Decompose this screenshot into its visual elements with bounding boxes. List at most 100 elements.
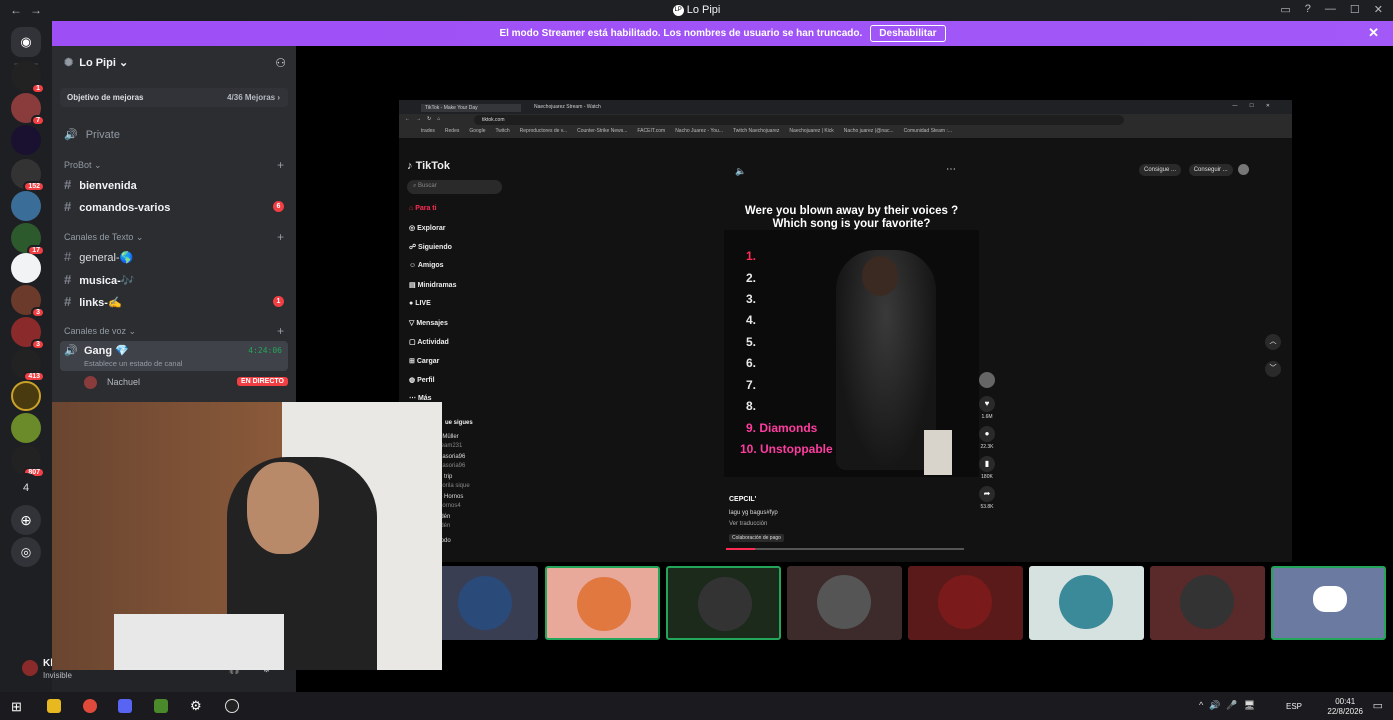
server-icon[interactable]: 413	[11, 349, 45, 382]
participant-tile[interactable]	[787, 566, 902, 640]
bookmark-icon[interactable]: ▮	[979, 456, 995, 472]
following-item[interactable]: oMüller team231	[439, 433, 470, 451]
video-author[interactable]: CEPCIL'	[729, 496, 756, 503]
tiktok-search[interactable]: ⌕ Buscar	[407, 180, 502, 194]
obs-icon[interactable]	[225, 699, 239, 713]
voice-member[interactable]: Nachuel EN DIRECTO	[84, 376, 288, 390]
settings-icon[interactable]: ⚙	[190, 699, 204, 713]
server-icon[interactable]	[11, 413, 41, 443]
language-indicator[interactable]: ESP	[1286, 702, 1302, 711]
bookmark[interactable]: Twitch	[495, 128, 509, 134]
server-icon[interactable]	[11, 191, 41, 221]
nav-explorar[interactable]: ◎ Explorar	[409, 224, 445, 232]
tray-icons[interactable]: ^🔊🎤🖥	[1199, 700, 1261, 711]
discord-taskbar-icon[interactable]	[118, 699, 132, 713]
app-icon[interactable]	[154, 699, 168, 713]
more-icon[interactable]: ⋯	[946, 164, 956, 175]
nav-actividad[interactable]: ▢ Actividad	[409, 338, 449, 346]
voice-status-hint[interactable]: Establece un estado de canal	[84, 359, 182, 368]
boost-goal[interactable]: Objetivo de mejoras 4/36 Mejoras ›	[60, 88, 288, 107]
tiktok-logo[interactable]: ♪ TikTok	[407, 160, 450, 172]
bookmark[interactable]: Comunidad Steam :...	[904, 128, 952, 134]
bookmark[interactable]: Redes	[445, 128, 459, 134]
participant-tile[interactable]	[666, 566, 781, 640]
bookmark[interactable]: Counter-Strike News...	[577, 128, 627, 134]
inbox-icon[interactable]: ▭	[1280, 3, 1290, 16]
server-icon[interactable]: 7	[11, 93, 45, 126]
close-banner-icon[interactable]: ✕	[1368, 25, 1379, 41]
get-app-button[interactable]: Conseguir ...	[1188, 164, 1233, 177]
channel-links[interactable]: # links-✍	[64, 294, 122, 309]
video-progress[interactable]	[726, 548, 964, 550]
bookmark[interactable]: Twitch Naechojuarez	[733, 128, 779, 134]
video-player[interactable]	[724, 230, 979, 477]
category-voz[interactable]: Canales de voz ⌄	[64, 326, 136, 337]
nav-live[interactable]: ● LIVE	[409, 300, 431, 307]
participant-tile[interactable]	[1271, 566, 1386, 640]
participant-tile[interactable]	[1150, 566, 1265, 640]
bookmark[interactable]: Reproductores de v...	[520, 128, 567, 134]
server-icon[interactable]	[11, 381, 41, 411]
category-probot[interactable]: ProBot ⌄	[64, 160, 102, 171]
server-icon[interactable]: 152	[11, 159, 45, 192]
close-window-button[interactable]: ✕	[1374, 3, 1383, 16]
share-icon[interactable]: ➦	[979, 486, 995, 502]
start-icon[interactable]: ⊞	[11, 699, 22, 715]
nav-minidramas[interactable]: ▤ Minidramas	[409, 281, 456, 289]
discord-home-icon[interactable]: ◉	[11, 27, 41, 57]
channel-comandos[interactable]: # comandos-varios	[64, 199, 170, 214]
bookmark[interactable]: trades	[421, 128, 435, 134]
author-avatar[interactable]	[979, 372, 995, 388]
server-header[interactable]: ✺ Lo Pipi ⌄	[64, 56, 128, 69]
notifications-icon[interactable]: ▭	[1373, 699, 1383, 712]
nav-para-ti[interactable]: ⌂ Para ti	[409, 205, 437, 212]
like-icon[interactable]: ♥	[979, 396, 995, 412]
bookmark[interactable]: Naechojuarez | Kick	[789, 128, 833, 134]
nav-cargar[interactable]: ⊞ Cargar	[409, 357, 439, 365]
add-channel-icon[interactable]: +	[277, 324, 284, 338]
server-icon[interactable]	[11, 125, 41, 155]
server-icon[interactable]: 1	[11, 61, 45, 94]
bookmark[interactable]: Nacho Juarez - You...	[675, 128, 723, 134]
participant-tile[interactable]	[1029, 566, 1144, 640]
comment-icon[interactable]: ●	[979, 426, 995, 442]
chevron-up-icon[interactable]: ︿	[1265, 334, 1281, 350]
bookmark[interactable]: FACEIT.com	[637, 128, 665, 134]
following-item[interactable]: todo	[439, 537, 470, 546]
clock[interactable]: 00:41 22/8/2026	[1327, 697, 1363, 717]
server-icon[interactable]	[11, 253, 41, 283]
channel-general[interactable]: # general-🌎	[64, 249, 133, 264]
server-icon[interactable]: 3	[11, 317, 45, 350]
following-item[interactable]: n trip gorila sique	[439, 473, 470, 491]
screen-share[interactable]: TikTok - Make Your Day Naechojuarez Stre…	[399, 100, 1292, 562]
maximize-button[interactable]: ☐	[1350, 3, 1360, 16]
channel-musica[interactable]: # musica-🎶	[64, 272, 135, 287]
get-coins-button[interactable]: Consigue ...	[1139, 164, 1182, 177]
chrome-icon[interactable]	[83, 699, 97, 713]
participant-tile[interactable]	[545, 566, 660, 640]
following-item[interactable]: ldén ldén	[439, 513, 470, 531]
profile-avatar[interactable]	[1238, 164, 1250, 175]
participant-tile[interactable]	[440, 566, 538, 640]
channel-bienvenida[interactable]: # bienvenida	[64, 177, 137, 192]
nav-icons[interactable]: ←→↻⌂	[405, 116, 446, 122]
server-icon[interactable]: 807	[11, 445, 45, 478]
server-folder[interactable]: 4	[11, 473, 41, 503]
chevron-down-icon[interactable]: ﹀	[1265, 361, 1281, 377]
nav-siguiendo[interactable]: ☍ Siguiendo	[409, 243, 452, 251]
discover-icon[interactable]: ◎	[11, 537, 41, 567]
nav-mas[interactable]: ⋯ Más	[409, 394, 432, 402]
tab[interactable]: Naechojuarez Stream - Watch	[534, 104, 601, 110]
avatar[interactable]	[22, 660, 38, 676]
invite-icon[interactable]: ⚇	[275, 56, 286, 70]
url-field[interactable]: tiktok.com	[474, 115, 1124, 125]
bookmark[interactable]: Nacho juarez (@nac...	[844, 128, 894, 134]
server-icon[interactable]: 3	[11, 285, 45, 318]
server-icon[interactable]: 17	[11, 223, 45, 256]
add-channel-icon[interactable]: +	[277, 158, 284, 172]
channel-private[interactable]: 🔊 Private	[64, 128, 120, 141]
disable-streamer-button[interactable]: Deshabilitar	[870, 25, 946, 42]
voice-channel-gang[interactable]: 🔊 Gang 💎 4:24:06 Establece un estado de …	[60, 341, 288, 371]
help-icon[interactable]: ?	[1305, 3, 1311, 16]
following-item[interactable]: o Hornos hornos4	[439, 493, 470, 511]
